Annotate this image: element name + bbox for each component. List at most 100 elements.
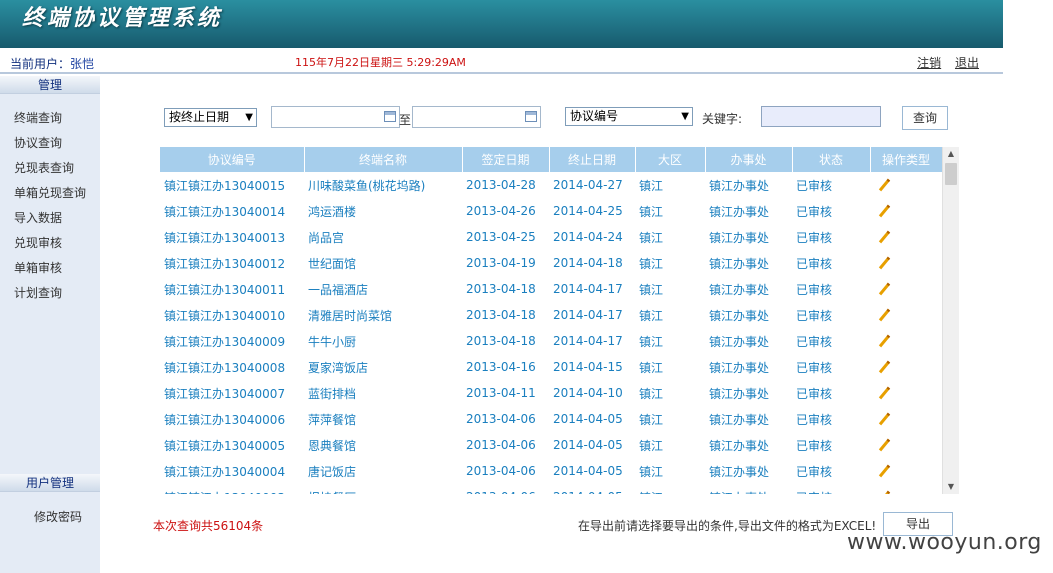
sidebar-item-terminal-query[interactable]: 终端查询 (0, 106, 100, 131)
cell-terminal-name[interactable]: 鸿运酒楼 (304, 198, 462, 224)
table-row[interactable]: 镇江镇江办13040005 恩典餐馆 2013-04-06 2014-04-05 镇江 镇… (160, 432, 942, 458)
exit-link[interactable]: 退出 (955, 56, 979, 70)
query-button[interactable]: 查询 (902, 106, 948, 130)
cell-end-date: 2014-04-27 (553, 178, 623, 192)
cell-agreement-no[interactable]: 镇江镇江办13040015 (160, 172, 304, 198)
cell-end-date: 2014-04-17 (553, 308, 623, 322)
cell-agreement-no[interactable]: 镇江镇江办13040012 (160, 250, 304, 276)
cell-terminal-name[interactable]: 牛牛小厨 (304, 328, 462, 354)
pencil-icon[interactable] (878, 282, 890, 294)
sidebar-item-single-box-query[interactable]: 单箱兑现查询 (0, 181, 100, 206)
col-header-end-date[interactable]: 终止日期 (549, 147, 636, 172)
cell-agreement-no[interactable]: 镇江镇江办13040008 (160, 354, 304, 380)
cell-agreement-no[interactable]: 镇江镇江办13040011 (160, 276, 304, 302)
table-row[interactable]: 镇江镇江办13040007 蓝街排档 2013-04-11 2014-04-10 镇江 镇… (160, 380, 942, 406)
col-header-sign-date[interactable]: 签定日期 (462, 147, 550, 172)
start-date-input[interactable] (271, 106, 400, 128)
cell-terminal-name[interactable]: 唐记饭店 (304, 458, 462, 484)
sidebar-item-change-password[interactable]: 修改密码 (34, 508, 82, 525)
cell-status: 已审核 (796, 360, 833, 375)
cell-office: 镇江办事处 (709, 308, 770, 323)
table-row[interactable]: 镇江镇江办13040013 尚品宫 2013-04-25 2014-04-24 镇江 镇江… (160, 224, 942, 250)
scroll-thumb[interactable] (945, 163, 957, 185)
cell-agreement-no[interactable]: 镇江镇江办13040014 (160, 198, 304, 224)
cell-agreement-no[interactable]: 镇江镇江办13040003 (160, 484, 304, 495)
col-header-terminal-name[interactable]: 终端名称 (304, 147, 463, 172)
pencil-icon[interactable] (878, 438, 890, 450)
logout-link[interactable]: 注销 (917, 56, 941, 70)
pencil-icon[interactable] (878, 490, 890, 495)
cell-status: 已审核 (796, 230, 833, 245)
table-row[interactable]: 镇江镇江办13040010 清雅居时尚菜馆 2013-04-18 2014-04-17… (160, 302, 942, 328)
user-label: 当前用户： (10, 57, 71, 71)
field-select-value: 协议编号 (570, 109, 619, 123)
cell-terminal-name[interactable]: 萍萍餐馆 (304, 406, 462, 432)
cell-status: 已审核 (796, 256, 833, 271)
sidebar-item-agreement-query[interactable]: 协议查询 (0, 131, 100, 156)
pencil-icon[interactable] (878, 412, 890, 424)
cell-terminal-name[interactable]: 清雅居时尚菜馆 (304, 302, 462, 328)
sidebar-item-redeem-review[interactable]: 兑现审核 (0, 231, 100, 256)
end-date-input[interactable] (412, 106, 541, 128)
sidebar-section-user-manage[interactable]: 用户管理 (0, 474, 100, 492)
cell-agreement-no[interactable]: 镇江镇江办13040004 (160, 458, 304, 484)
sidebar-item-single-box-review[interactable]: 单箱审核 (0, 256, 100, 281)
table-row[interactable]: 镇江镇江办13040006 萍萍餐馆 2013-04-06 2014-04-05 镇江 镇… (160, 406, 942, 432)
table-row[interactable]: 镇江镇江办13040008 夏家湾饭店 2013-04-16 2014-04-15 镇江… (160, 354, 942, 380)
pencil-icon[interactable] (878, 334, 890, 346)
table-row[interactable]: 镇江镇江办13040009 牛牛小厨 2013-04-18 2014-04-17 镇江 镇… (160, 328, 942, 354)
pencil-icon[interactable] (878, 230, 890, 242)
cell-agreement-no[interactable]: 镇江镇江办13040005 (160, 432, 304, 458)
table-row[interactable]: 镇江镇江办13040004 唐记饭店 2013-04-06 2014-04-05 镇江 镇… (160, 458, 942, 484)
date-type-select[interactable]: 按终止日期 ▼ (164, 108, 257, 127)
pencil-icon[interactable] (878, 360, 890, 372)
sidebar-section-manage[interactable]: 管理 (0, 76, 100, 94)
calendar-icon[interactable] (384, 111, 396, 122)
pencil-icon[interactable] (878, 308, 890, 320)
cell-status: 已审核 (796, 438, 833, 453)
cell-region: 镇江 (635, 484, 705, 495)
cell-terminal-name[interactable]: 川味酸菜鱼(桃花坞路) (304, 172, 462, 198)
col-header-office[interactable]: 办事处 (705, 147, 793, 172)
scroll-up-icon[interactable]: ▲ (943, 147, 959, 161)
calendar-icon[interactable] (525, 111, 537, 122)
cell-agreement-no[interactable]: 镇江镇江办13040006 (160, 406, 304, 432)
col-header-agreement-no[interactable]: 协议编号 (160, 147, 305, 172)
cell-terminal-name[interactable]: 世纪面馆 (304, 250, 462, 276)
cell-terminal-name[interactable]: 蓝街排档 (304, 380, 462, 406)
sidebar-item-plan-query[interactable]: 计划查询 (0, 281, 100, 306)
cell-agreement-no[interactable]: 镇江镇江办13040013 (160, 224, 304, 250)
sidebar-item-import-data[interactable]: 导入数据 (0, 206, 100, 231)
pencil-icon[interactable] (878, 204, 890, 216)
col-header-operation[interactable]: 操作类型 (870, 147, 943, 172)
pencil-icon[interactable] (878, 256, 890, 268)
table-row[interactable]: 镇江镇江办13040015 川味酸菜鱼(桃花坞路) 2013-04-28 2014-0… (160, 172, 942, 198)
cell-region: 镇江 (639, 438, 664, 453)
cell-terminal-name[interactable]: 夏家湾饭店 (304, 354, 462, 380)
cell-terminal-name[interactable]: 恩典餐馆 (304, 432, 462, 458)
sidebar-item-redeem-table-query[interactable]: 兑现表查询 (0, 156, 100, 181)
cell-agreement-no[interactable]: 镇江镇江办13040010 (160, 302, 304, 328)
table-row[interactable]: 镇江镇江办13040003报挂餐厅2013-04-062014-04-05镇江镇… (160, 484, 942, 494)
table-row[interactable]: 镇江镇江办13040011 一品福酒店 2013-04-18 2014-04-17 镇江… (160, 276, 942, 302)
scroll-down-icon[interactable]: ▼ (943, 480, 959, 494)
pencil-icon[interactable] (878, 178, 890, 190)
cell-terminal-name[interactable]: 尚品宫 (304, 224, 462, 250)
pencil-icon[interactable] (878, 386, 890, 398)
pencil-icon[interactable] (878, 464, 890, 476)
table-row[interactable]: 镇江镇江办13040014 鸿运酒楼 2013-04-26 2014-04-25 镇江 镇… (160, 198, 942, 224)
keyword-input[interactable] (761, 106, 881, 127)
cell-terminal-name[interactable]: 一品福酒店 (304, 276, 462, 302)
cell-agreement-no[interactable]: 镇江镇江办13040009 (160, 328, 304, 354)
cell-end-date: 2014-04-05 (553, 438, 623, 452)
cell-operation (870, 484, 942, 494)
cell-office: 镇江办事处 (709, 464, 770, 479)
table-scrollbar[interactable]: ▲ ▼ (942, 147, 959, 494)
col-header-status[interactable]: 状态 (792, 147, 871, 172)
field-select[interactable]: 协议编号 ▼ (565, 107, 693, 126)
table-row[interactable]: 镇江镇江办13040012 世纪面馆 2013-04-19 2014-04-18 镇江 镇… (160, 250, 942, 276)
cell-agreement-no[interactable]: 镇江镇江办13040007 (160, 380, 304, 406)
cell-terminal-name[interactable]: 报挂餐厅 (304, 484, 462, 495)
col-header-region[interactable]: 大区 (635, 147, 706, 172)
cell-end-date: 2014-04-10 (553, 386, 623, 400)
